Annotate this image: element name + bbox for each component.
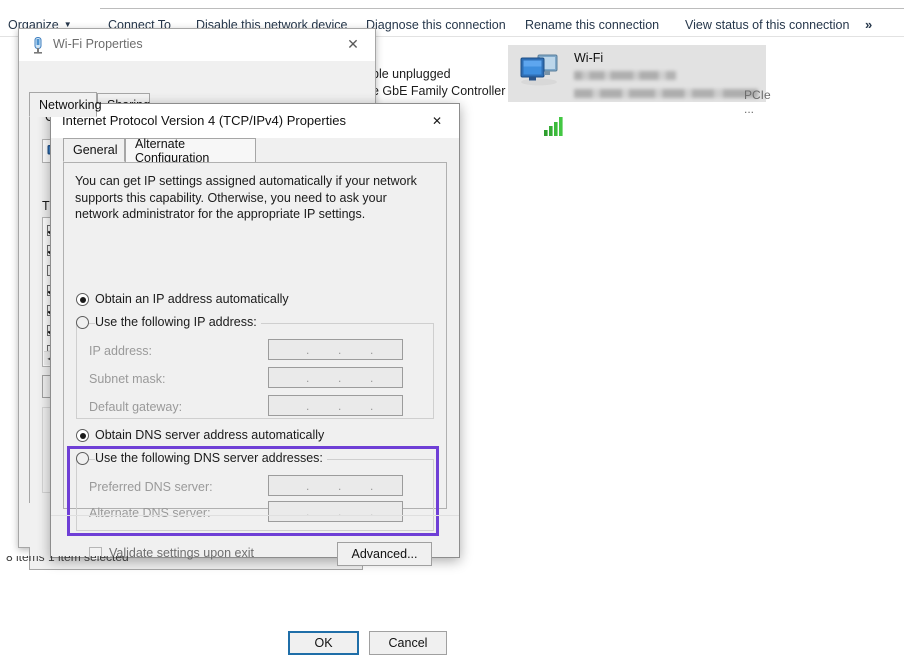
adapter-tile-wifi[interactable]: Wi-Fi PCIe ... — [508, 45, 771, 136]
tab-networking[interactable]: Networking — [29, 92, 102, 117]
adapter-ssid-blurred — [574, 71, 676, 80]
label-default-gateway: Default gateway: — [89, 400, 183, 414]
subnet-mask-input[interactable]: ... — [268, 367, 403, 388]
search-bar-edge — [100, 0, 904, 9]
default-gateway-input[interactable]: ... — [268, 395, 403, 416]
wifi-properties-titlebar: Wi-Fi Properties ✕ — [19, 29, 375, 61]
cancel-button[interactable]: Cancel — [369, 631, 447, 655]
adapter-device-tail: PCIe ... — [744, 88, 771, 116]
adapter-device-occluded: e GbE Family Controller — [372, 84, 506, 98]
network-adapter-icon — [520, 54, 558, 86]
wifi-properties-title: Wi-Fi Properties — [53, 37, 143, 51]
radio-obtain-ip-auto[interactable] — [76, 293, 89, 306]
tab-alternate-configuration[interactable]: Alternate Configuration — [125, 137, 256, 165]
intro-text: You can get IP settings assigned automat… — [75, 174, 417, 221]
command-view-status[interactable]: View status of this connection — [685, 18, 849, 32]
signal-strength-icon — [544, 117, 563, 136]
dns-highlight-annotation — [67, 446, 439, 536]
ip-dialog-titlebar: Internet Protocol Version 4 (TCP/IPv4) P… — [51, 104, 459, 138]
label-obtain-dns-auto: Obtain DNS server address automatically — [95, 428, 325, 442]
ip-address-input[interactable]: ... — [268, 339, 403, 360]
status-bar-text: 8 items 1 item selected — [6, 556, 129, 564]
tab-general[interactable]: General — [63, 138, 125, 162]
close-icon[interactable]: ✕ — [415, 104, 459, 137]
label-ip-address: IP address: — [89, 344, 153, 358]
command-diagnose[interactable]: Diagnose this connection — [366, 18, 506, 32]
radio-use-following-ip[interactable] — [76, 316, 89, 329]
adapter-small-icon — [34, 37, 42, 54]
advanced-button[interactable]: Advanced... — [337, 542, 432, 566]
status-bar-cut: 8 items 1 item selected — [0, 556, 260, 564]
ip-dialog-title: Internet Protocol Version 4 (TCP/IPv4) P… — [62, 113, 346, 128]
adapter-name: Wi-Fi — [574, 51, 604, 65]
label-subnet-mask: Subnet mask: — [89, 372, 166, 386]
footer-separator — [51, 515, 459, 516]
command-overflow-button[interactable]: » — [865, 17, 872, 32]
adapter-device-blurred — [574, 89, 758, 98]
screen-root: Organize ▼ Connect To Disable this networ… — [0, 0, 904, 655]
label-obtain-ip-auto: Obtain an IP address automatically — [95, 292, 289, 306]
close-icon[interactable]: ✕ — [331, 29, 375, 60]
radio-obtain-dns-auto[interactable] — [76, 429, 89, 442]
tcpipv4-properties-dialog: Internet Protocol Version 4 (TCP/IPv4) P… — [50, 103, 460, 655]
command-rename[interactable]: Rename this connection — [525, 18, 659, 32]
ok-button[interactable]: OK — [288, 631, 359, 655]
adapter-status-occluded: ble unplugged — [372, 67, 451, 81]
label-use-following-ip: Use the following IP address: — [95, 315, 261, 329]
ip-general-panel: You can get IP settings assigned automat… — [63, 162, 447, 566]
